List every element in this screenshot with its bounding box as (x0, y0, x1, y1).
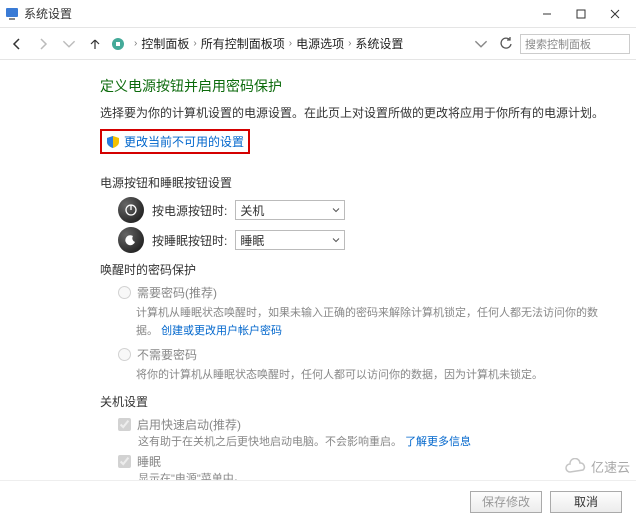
up-button[interactable] (84, 33, 106, 55)
section-shutdown-title: 关机设置 (100, 393, 616, 410)
breadcrumb-item[interactable]: 控制面板 (141, 35, 189, 52)
chevron-right-icon: › (193, 38, 196, 49)
navbar: › 控制面板 › 所有控制面板项 › 电源选项 › 系统设置 搜索控制面板 (0, 28, 636, 60)
radio-input (118, 286, 131, 299)
checkbox-label: 睡眠 (137, 453, 161, 470)
radio1-description: 计算机从睡眠状态唤醒时，如果未输入正确的密码来解除计算机锁定，任何人都无法访问你… (136, 305, 616, 340)
radio-label: 需要密码(推荐) (137, 284, 217, 301)
power-button-label: 按电源按钮时: (152, 202, 227, 219)
minimize-button[interactable] (530, 3, 564, 25)
sleep-button-value: 睡眠 (240, 232, 264, 249)
titlebar: 系统设置 (0, 0, 636, 28)
breadcrumb-item[interactable]: 所有控制面板项 (201, 35, 285, 52)
footer: 保存修改 取消 (0, 480, 636, 522)
chevron-down-icon (332, 236, 340, 244)
power-button-value: 关机 (240, 202, 264, 219)
section-power-buttons-title: 电源按钮和睡眠按钮设置 (100, 174, 616, 191)
power-button-row: 按电源按钮时: 关机 (118, 197, 616, 223)
breadcrumb[interactable]: › 控制面板 › 所有控制面板项 › 电源选项 › 系统设置 (130, 35, 466, 52)
sleep-button-dropdown[interactable]: 睡眠 (235, 230, 345, 250)
chevron-right-icon: › (134, 38, 137, 49)
window-title: 系统设置 (24, 5, 530, 22)
back-button[interactable] (6, 33, 28, 55)
search-placeholder: 搜索控制面板 (525, 36, 591, 52)
radio-require-password[interactable]: 需要密码(推荐) (118, 284, 616, 301)
sleep-description: 显示在"电源"菜单中。 (138, 470, 616, 480)
shield-icon (106, 135, 120, 149)
change-unavailable-settings-link[interactable]: 更改当前不可用的设置 (100, 129, 250, 154)
history-dropdown[interactable] (58, 33, 80, 55)
chevron-right-icon: › (289, 38, 292, 49)
power-icon (118, 197, 144, 223)
moon-icon (118, 227, 144, 253)
sleep-button-label: 按睡眠按钮时: (152, 232, 227, 249)
search-input[interactable]: 搜索控制面板 (520, 34, 630, 54)
create-change-password-link[interactable]: 创建或更改用户帐户密码 (161, 325, 282, 337)
watermark-text: 亿速云 (591, 457, 630, 476)
breadcrumb-item[interactable]: 系统设置 (355, 35, 403, 52)
radio-label: 不需要密码 (137, 346, 197, 363)
control-panel-icon (110, 36, 126, 52)
checkbox-input (118, 455, 131, 468)
maximize-button[interactable] (564, 3, 598, 25)
checkbox-fast-startup[interactable]: 启用快速启动(推荐) (118, 416, 616, 433)
radio-no-password[interactable]: 不需要密码 (118, 346, 616, 363)
page-heading: 定义电源按钮并启用密码保护 (100, 76, 616, 96)
section-wake-title: 唤醒时的密码保护 (100, 261, 616, 278)
breadcrumb-dropdown[interactable] (470, 33, 492, 55)
checkbox-input (118, 418, 131, 431)
radio2-description: 将你的计算机从睡眠状态唤醒时，任何人都可以访问你的数据，因为计算机未锁定。 (136, 367, 616, 385)
app-icon (4, 6, 20, 22)
refresh-button[interactable] (496, 37, 516, 51)
chevron-down-icon (332, 206, 340, 214)
page-description: 选择要为你的计算机设置的电源设置。在此页上对设置所做的更改将应用于你所有的电源计… (100, 104, 616, 121)
chevron-right-icon: › (348, 38, 351, 49)
radio-input (118, 348, 131, 361)
learn-more-link[interactable]: 了解更多信息 (405, 436, 471, 448)
forward-button[interactable] (32, 33, 54, 55)
save-button[interactable]: 保存修改 (470, 491, 542, 513)
content-area: 定义电源按钮并启用密码保护 选择要为你的计算机设置的电源设置。在此页上对设置所做… (0, 60, 636, 480)
fast-startup-description: 这有助于在关机之后更快地启动电脑。不会影响重启。 了解更多信息 (138, 433, 616, 449)
checkbox-sleep[interactable]: 睡眠 (118, 453, 616, 470)
checkbox-label: 启用快速启动(推荐) (137, 416, 241, 433)
breadcrumb-item[interactable]: 电源选项 (296, 35, 344, 52)
watermark: 亿速云 (563, 457, 630, 476)
sleep-button-row: 按睡眠按钮时: 睡眠 (118, 227, 616, 253)
close-button[interactable] (598, 3, 632, 25)
change-settings-text: 更改当前不可用的设置 (124, 133, 244, 150)
cloud-icon (563, 458, 589, 476)
power-button-dropdown[interactable]: 关机 (235, 200, 345, 220)
cancel-button[interactable]: 取消 (550, 491, 622, 513)
